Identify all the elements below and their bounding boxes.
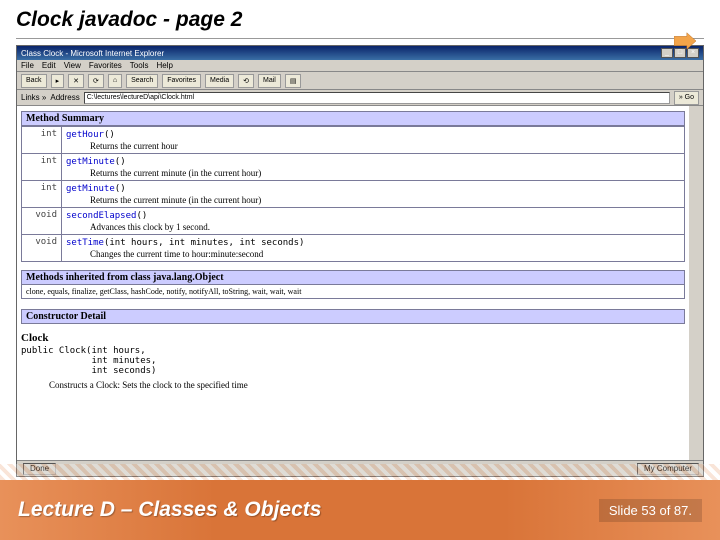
table-row: void secondElapsed()Advances this clock … xyxy=(22,208,685,235)
go-button[interactable]: » Go xyxy=(674,91,699,105)
browser-content: Method Summary int getHour()Returns the … xyxy=(17,106,703,460)
return-type: int xyxy=(22,154,62,181)
address-input[interactable]: C:\lectures\lectureD\api\Clock.html xyxy=(84,92,670,104)
method-link[interactable]: getMinute xyxy=(66,184,115,194)
return-type: int xyxy=(22,181,62,208)
method-sig: () xyxy=(136,211,147,221)
method-link[interactable]: setTime xyxy=(66,238,104,248)
title-rule xyxy=(16,38,704,39)
return-type: void xyxy=(22,208,62,235)
method-sig: (int hours, int minutes, int seconds) xyxy=(104,238,304,248)
constructor-detail: Clock public Clock(int hours, int minute… xyxy=(21,332,685,390)
menu-file[interactable]: File xyxy=(21,61,34,70)
slide-number: Slide 53 of 87. xyxy=(599,499,702,522)
method-link[interactable]: secondElapsed xyxy=(66,211,136,221)
return-type: int xyxy=(22,127,62,154)
constructor-desc: Constructs a Clock: Sets the clock to th… xyxy=(49,380,685,390)
forward-button[interactable]: ▸ xyxy=(51,74,65,88)
javadoc-page: Method Summary int getHour()Returns the … xyxy=(17,106,689,392)
print-button[interactable]: ▤ xyxy=(285,74,302,88)
menu-tools[interactable]: Tools xyxy=(130,61,149,70)
browser-toolbar: Back ▸ ✕ ⟳ ⌂ Search Favorites Media ⟲ Ma… xyxy=(17,72,703,90)
window-title: Class Clock - Microsoft Internet Explore… xyxy=(21,49,164,58)
table-row: int getMinute()Returns the current minut… xyxy=(22,181,685,208)
lecture-label: Lecture D – Classes & Objects xyxy=(18,498,321,522)
table-row: int getMinute()Returns the current minut… xyxy=(22,154,685,181)
method-sig: () xyxy=(115,157,126,167)
method-sig: () xyxy=(115,184,126,194)
refresh-button[interactable]: ⟳ xyxy=(88,74,104,88)
browser-window: Class Clock - Microsoft Internet Explore… xyxy=(16,45,704,477)
method-desc: Returns the current minute (in the curre… xyxy=(90,168,680,178)
inherited-methods: clone, equals, finalize, getClass, hashC… xyxy=(21,285,685,299)
browser-menubar: File Edit View Favorites Tools Help xyxy=(17,60,703,72)
links-label[interactable]: Links » xyxy=(21,93,46,102)
table-row: int getHour()Returns the current hour xyxy=(22,127,685,154)
inherited-header: Methods inherited from class java.lang.O… xyxy=(21,270,685,285)
accent-arrow-icon xyxy=(674,32,696,55)
history-button[interactable]: ⟲ xyxy=(238,74,254,88)
method-sig: () xyxy=(104,130,115,140)
slide-title: Clock javadoc - page 2 xyxy=(0,0,720,38)
constructor-detail-header: Constructor Detail xyxy=(21,309,685,324)
constructor-signature: public Clock(int hours, int minutes, int… xyxy=(21,346,685,376)
method-link[interactable]: getMinute xyxy=(66,157,115,167)
method-summary-header: Method Summary xyxy=(21,111,685,126)
media-button[interactable]: Media xyxy=(205,74,234,88)
search-button[interactable]: Search xyxy=(126,74,158,88)
browser-addressbar: Links » Address C:\lectures\lectureD\api… xyxy=(17,90,703,106)
method-desc: Advances this clock by 1 second. xyxy=(90,222,680,232)
method-desc: Changes the current time to hour:minute:… xyxy=(90,249,680,259)
menu-help[interactable]: Help xyxy=(156,61,172,70)
home-button[interactable]: ⌂ xyxy=(108,74,122,88)
menu-view[interactable]: View xyxy=(64,61,81,70)
return-type: void xyxy=(22,235,62,262)
slide-footer: Lecture D – Classes & Objects Slide 53 o… xyxy=(0,480,720,540)
footer-pattern xyxy=(0,464,720,480)
constructor-name: Clock xyxy=(21,332,685,344)
mail-button[interactable]: Mail xyxy=(258,74,281,88)
minimize-icon[interactable]: _ xyxy=(661,48,673,58)
favorites-button[interactable]: Favorites xyxy=(162,74,201,88)
menu-edit[interactable]: Edit xyxy=(42,61,56,70)
browser-titlebar: Class Clock - Microsoft Internet Explore… xyxy=(17,46,703,60)
back-button[interactable]: Back xyxy=(21,74,47,88)
method-desc: Returns the current minute (in the curre… xyxy=(90,195,680,205)
method-link[interactable]: getHour xyxy=(66,130,104,140)
address-label: Address xyxy=(50,93,79,102)
menu-favorites[interactable]: Favorites xyxy=(89,61,122,70)
method-desc: Returns the current hour xyxy=(90,141,680,151)
method-summary-table: int getHour()Returns the current hour in… xyxy=(21,126,685,262)
stop-button[interactable]: ✕ xyxy=(68,74,84,88)
table-row: void setTime(int hours, int minutes, int… xyxy=(22,235,685,262)
